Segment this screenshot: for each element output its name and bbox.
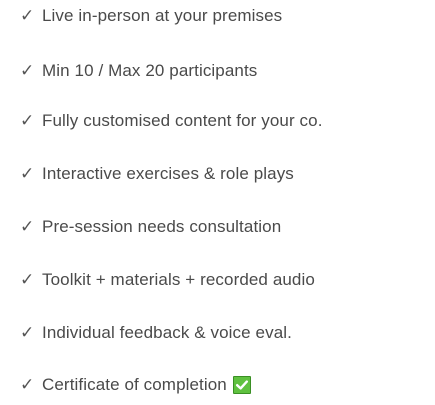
completion-check-icon bbox=[232, 376, 251, 394]
feature-text: Live in-person at your premises bbox=[42, 6, 283, 25]
check-mark-icon: ✓ bbox=[20, 323, 35, 343]
feature-text: Fully customised content for your co. bbox=[42, 111, 323, 130]
feature-item-certificate: ✓ Certificate of completion bbox=[20, 370, 251, 400]
feature-text: Certificate of completion bbox=[42, 375, 227, 394]
feature-text: Toolkit + materials + recorded audio bbox=[42, 270, 315, 289]
feature-item-toolkit: ✓ Toolkit + materials + recorded audio bbox=[20, 265, 315, 295]
feature-item-feedback: ✓ Individual feedback & voice eval. bbox=[20, 318, 292, 348]
feature-text: Min 10 / Max 20 participants bbox=[42, 61, 258, 80]
feature-text: Interactive exercises & role plays bbox=[42, 164, 294, 183]
feature-item-interactive-exercises: ✓ Interactive exercises & role plays bbox=[20, 159, 294, 189]
check-mark-icon: ✓ bbox=[20, 111, 35, 131]
check-mark-icon: ✓ bbox=[20, 6, 35, 26]
feature-item-consultation: ✓ Pre-session needs consultation bbox=[20, 212, 281, 242]
check-mark-icon: ✓ bbox=[20, 164, 35, 184]
check-mark-icon: ✓ bbox=[20, 270, 35, 290]
feature-item-participants: ✓ Min 10 / Max 20 participants bbox=[20, 56, 257, 86]
feature-item-in-person: ✓ Live in-person at your premises bbox=[20, 1, 282, 31]
feature-text: Pre-session needs consultation bbox=[42, 217, 282, 236]
feature-text: Individual feedback & voice eval. bbox=[42, 323, 292, 342]
check-mark-icon: ✓ bbox=[20, 61, 35, 81]
feature-item-custom-content: ✓ Fully customised content for your co. bbox=[20, 106, 323, 136]
check-mark-icon: ✓ bbox=[20, 375, 35, 395]
check-mark-icon: ✓ bbox=[20, 217, 35, 237]
